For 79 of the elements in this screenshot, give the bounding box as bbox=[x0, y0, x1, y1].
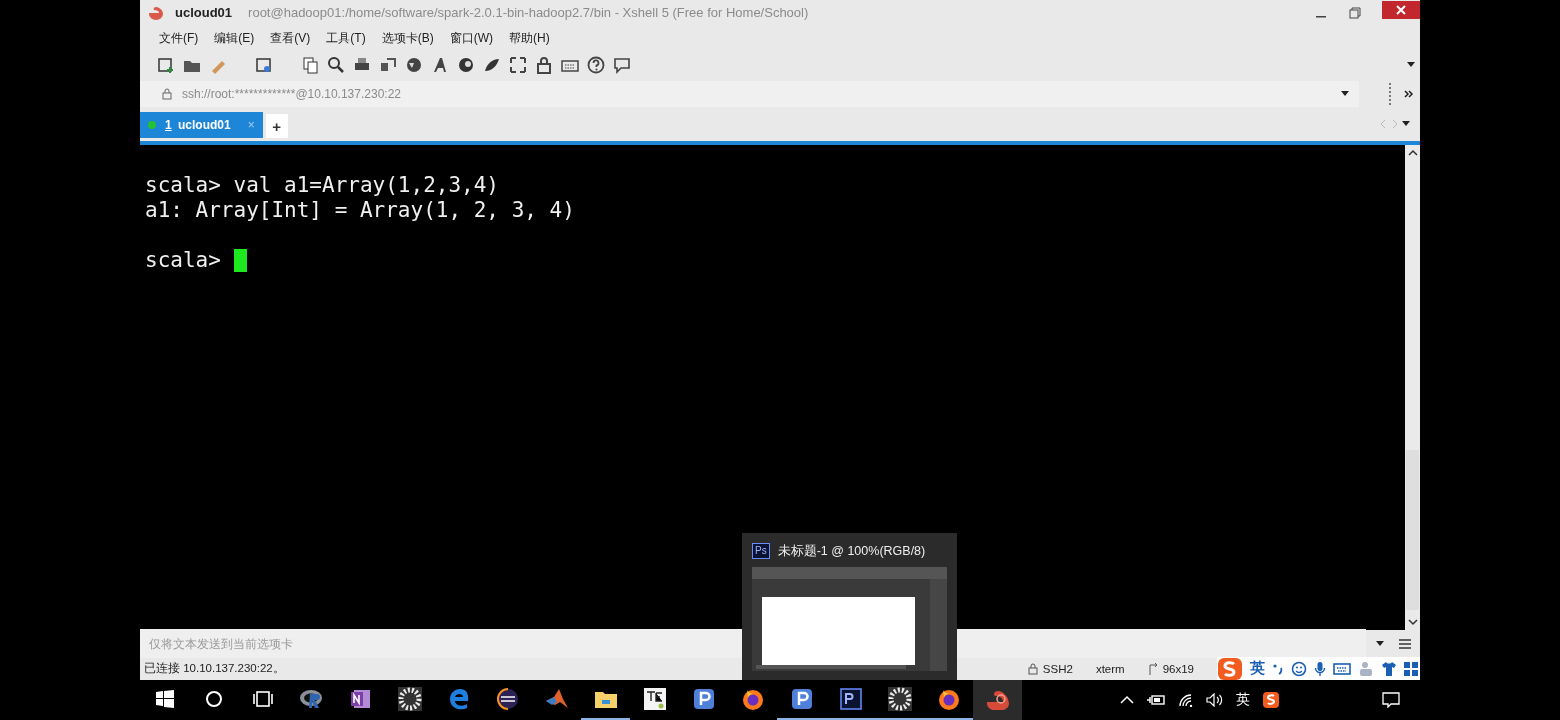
smiley-icon[interactable] bbox=[1291, 660, 1307, 677]
terminal-line: scala> val a1=Array(1,2,3,4) bbox=[145, 173, 499, 198]
preview-title: 未标题-1 @ 100%(RGB/8) bbox=[777, 542, 926, 560]
letter-p-icon bbox=[790, 688, 813, 710]
letter-p-icon bbox=[692, 688, 715, 710]
scroll-up-icon[interactable] bbox=[1407, 149, 1418, 157]
scroll-thumb[interactable] bbox=[1406, 450, 1419, 610]
caret-icon[interactable] bbox=[1402, 120, 1410, 127]
session-tab[interactable]: 1 ucloud01 × bbox=[140, 112, 263, 138]
sogou-tray-icon[interactable] bbox=[1262, 691, 1280, 709]
close-icon[interactable] bbox=[1382, 1, 1420, 19]
menu-item[interactable]: 编辑(E) bbox=[214, 29, 262, 47]
chat-icon[interactable] bbox=[612, 55, 632, 75]
circle-icon bbox=[203, 689, 224, 709]
scroll-down-icon[interactable] bbox=[1407, 618, 1418, 626]
help-icon[interactable] bbox=[586, 55, 606, 75]
input-mode-toggle[interactable]: 英 bbox=[1250, 659, 1265, 678]
notification-icon[interactable] bbox=[1382, 692, 1400, 708]
folder-icon bbox=[593, 689, 618, 709]
fox-globe-icon bbox=[936, 687, 961, 711]
ring-letter-icon bbox=[298, 688, 325, 710]
show-hidden-icons[interactable] bbox=[1120, 695, 1134, 705]
keyboard-icon[interactable] bbox=[1333, 661, 1351, 676]
shell-icon bbox=[984, 688, 1011, 710]
peak-icon bbox=[544, 688, 569, 710]
document-icon bbox=[642, 687, 667, 711]
protocol-label: SSH2 bbox=[1042, 662, 1073, 675]
lock-icon bbox=[1027, 662, 1038, 675]
terminal-type: xterm bbox=[1095, 662, 1125, 675]
wifi-icon[interactable] bbox=[1178, 693, 1194, 707]
grid-icon[interactable] bbox=[1404, 661, 1418, 676]
fox-globe-icon bbox=[740, 687, 765, 711]
terminal-prompt: scala> bbox=[145, 248, 221, 273]
restore-icon[interactable] bbox=[1348, 5, 1362, 20]
caret-icon[interactable] bbox=[1376, 640, 1384, 647]
aperture-icon bbox=[887, 687, 912, 711]
connection-status: 已连接 10.10.137.230:22。 bbox=[144, 661, 285, 676]
terminal-line: a1: Array[Int] = Array(1, 2, 3, 4) bbox=[145, 198, 575, 223]
new-icon[interactable] bbox=[156, 55, 176, 75]
terminal-size: 96x19 bbox=[1162, 662, 1194, 675]
letter-p-icon bbox=[839, 688, 862, 710]
status-dot bbox=[148, 121, 156, 129]
windows-icon bbox=[154, 689, 175, 709]
scrollbar[interactable] bbox=[1405, 145, 1420, 630]
photoshop-icon: Ps bbox=[752, 543, 770, 559]
menu-item[interactable]: 查看(V) bbox=[270, 29, 318, 47]
new-tab-button[interactable]: + bbox=[265, 114, 288, 138]
copy-icon[interactable] bbox=[300, 55, 320, 75]
task-view-icon bbox=[251, 689, 274, 709]
caret-icon[interactable] bbox=[1407, 62, 1415, 68]
more-icon[interactable] bbox=[1404, 89, 1414, 99]
globe-icon[interactable] bbox=[404, 55, 424, 75]
window-title: root@hadoop01:/home/software/spark-2.0.1-bin-hadoop2.7/bin - Xshell 5 (Free for Home/School) bbox=[248, 5, 809, 20]
resize-icon bbox=[1147, 662, 1158, 675]
text-cursor bbox=[233, 249, 247, 272]
battery-icon[interactable] bbox=[1146, 693, 1166, 707]
menu-item[interactable]: 窗口(W) bbox=[449, 29, 500, 47]
volume-icon[interactable] bbox=[1206, 693, 1224, 707]
menu-item[interactable]: 选项卡(B) bbox=[381, 29, 441, 47]
notebook-icon bbox=[349, 688, 372, 710]
shirt-icon[interactable] bbox=[1381, 660, 1397, 677]
find-icon[interactable] bbox=[326, 55, 346, 75]
menu-item[interactable]: 帮助(H) bbox=[509, 29, 557, 47]
sogou-logo-icon[interactable] bbox=[1217, 656, 1243, 681]
menu-item[interactable]: 文件(F) bbox=[159, 29, 206, 47]
microphone-icon[interactable] bbox=[1314, 660, 1326, 677]
menu-item[interactable]: 工具(T) bbox=[326, 29, 373, 47]
eclipse-icon bbox=[495, 687, 520, 711]
session-name: ucloud01 bbox=[175, 5, 233, 20]
input-language-indicator[interactable]: 英 bbox=[1236, 691, 1250, 709]
app-logo-icon bbox=[147, 4, 165, 21]
window-preview-tooltip[interactable]: Ps 未标题-1 @ 100%(RGB/8) bbox=[742, 533, 957, 680]
fullscreen-icon[interactable] bbox=[508, 55, 528, 75]
caret-icon bbox=[1341, 91, 1349, 97]
menu-icon[interactable] bbox=[1398, 637, 1412, 650]
lock-icon[interactable] bbox=[534, 55, 554, 75]
lock-icon bbox=[162, 88, 172, 100]
letter-e-icon bbox=[447, 688, 470, 710]
aperture-icon bbox=[397, 687, 422, 711]
